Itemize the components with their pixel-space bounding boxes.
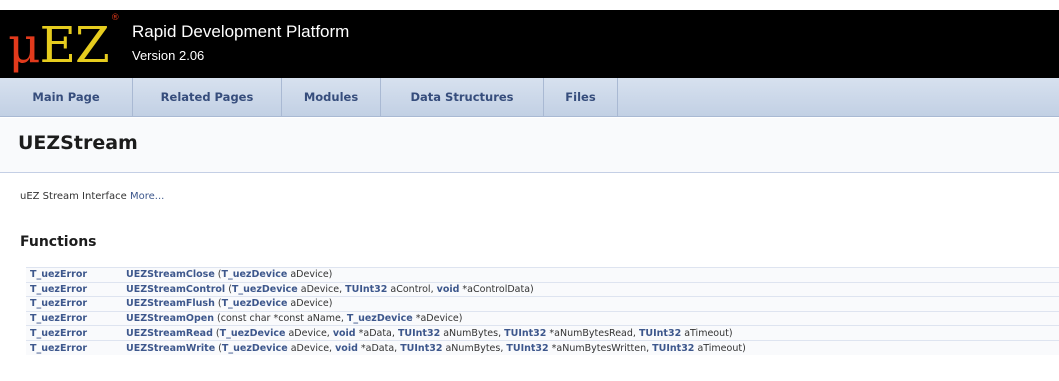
registered-mark: ®: [110, 13, 120, 23]
signature-text: aTimeout): [694, 342, 746, 354]
brief-description: uEZ Stream Interface More...: [20, 191, 164, 202]
function-return-type: T_uezError: [26, 310, 122, 326]
signature-text: *aNumBytesRead,: [546, 327, 639, 339]
function-return-type: T_uezError: [26, 281, 122, 297]
type-link[interactable]: void: [437, 284, 460, 295]
return-type-link[interactable]: T_uezError: [30, 313, 87, 324]
type-link[interactable]: TUInt32: [504, 328, 546, 339]
return-type-link[interactable]: T_uezError: [30, 343, 87, 354]
signature-text: (: [214, 298, 222, 310]
return-type-link[interactable]: T_uezError: [30, 298, 87, 309]
type-link[interactable]: TUInt32: [398, 328, 440, 339]
signature-text: aNumBytes,: [442, 342, 507, 354]
function-name-link[interactable]: UEZStreamOpen: [126, 313, 214, 324]
function-name-link[interactable]: UEZStreamRead: [126, 328, 213, 339]
type-link[interactable]: T_uezDevice: [222, 298, 288, 309]
function-row: T_uezError UEZStreamWrite (T_uezDevice aD…: [26, 339, 1059, 356]
function-return-type: T_uezError: [26, 325, 122, 341]
type-link[interactable]: TUInt32: [639, 328, 681, 339]
tab-related-pages[interactable]: Related Pages: [133, 78, 282, 116]
function-name-link[interactable]: UEZStreamClose: [126, 269, 215, 280]
return-type-link[interactable]: T_uezError: [30, 284, 87, 295]
signature-text: aDevice,: [285, 327, 333, 339]
page-title: UEZStream: [18, 132, 138, 154]
type-link[interactable]: T_uezDevice: [222, 343, 288, 354]
signature-text: *aDevice): [412, 313, 463, 325]
type-link[interactable]: T_uezDevice: [222, 269, 288, 280]
function-signature: UEZStreamWrite (T_uezDevice aDevice, voi…: [122, 339, 1059, 356]
function-row: T_uezError UEZStreamClose (T_uezDevice aD…: [26, 267, 1059, 283]
tab-main-page[interactable]: Main Page: [0, 78, 133, 116]
type-link[interactable]: T_uezDevice: [232, 284, 298, 295]
brief-text: uEZ Stream Interface: [20, 191, 127, 202]
logo-mu: μ: [8, 16, 40, 74]
function-name-link[interactable]: UEZStreamFlush: [126, 298, 215, 309]
type-link[interactable]: TUInt32: [345, 284, 387, 295]
return-type-link[interactable]: T_uezError: [30, 328, 87, 339]
function-name-link[interactable]: UEZStreamControl: [126, 284, 225, 295]
function-signature: UEZStreamFlush (T_uezDevice aDevice): [122, 296, 1059, 312]
page-header: UEZStream: [0, 118, 1059, 173]
function-return-type: T_uezError: [26, 267, 122, 283]
function-return-type: T_uezError: [26, 296, 122, 312]
signature-text: *aData,: [357, 342, 401, 354]
type-link[interactable]: void: [333, 328, 356, 339]
signature-text: *aControlData): [459, 283, 534, 295]
signature-text: *aNumBytesWritten,: [548, 342, 653, 354]
function-row: T_uezError UEZStreamRead (T_uezDevice aDe…: [26, 325, 1059, 341]
function-signature: UEZStreamControl (T_uezDevice aDevice, T…: [122, 281, 1059, 297]
function-row: T_uezError UEZStreamControl (T_uezDevice …: [26, 281, 1059, 297]
tab-modules[interactable]: Modules: [282, 78, 381, 116]
type-link[interactable]: TUInt32: [400, 343, 442, 354]
function-signature: UEZStreamOpen (const char *const aName, …: [122, 310, 1059, 326]
type-link[interactable]: T_uezDevice: [347, 313, 413, 324]
signature-text: *aData,: [355, 327, 398, 339]
tab-files[interactable]: Files: [544, 78, 618, 116]
signature-text: (: [212, 327, 220, 339]
type-link[interactable]: TUInt32: [506, 343, 548, 354]
functions-heading: Functions: [20, 234, 97, 250]
uez-logo: μEZ ®: [8, 13, 120, 76]
project-title: Rapid Development Platform: [132, 22, 350, 41]
function-row: T_uezError UEZStreamFlush (T_uezDevice aD…: [26, 296, 1059, 312]
signature-text: aDevice,: [287, 342, 336, 354]
function-signature: UEZStreamClose (T_uezDevice aDevice): [122, 267, 1059, 283]
functions-table: T_uezError UEZStreamClose (T_uezDevice aD…: [26, 267, 1059, 356]
type-link[interactable]: void: [335, 343, 358, 354]
signature-text: (const char *const aName,: [214, 313, 347, 325]
signature-text: (: [215, 342, 222, 354]
logo-ez: EZ: [39, 16, 110, 74]
type-link[interactable]: TUInt32: [652, 343, 694, 354]
project-header: μEZ ® Rapid Development Platform Version …: [0, 0, 1059, 78]
signature-text: (: [214, 269, 222, 281]
function-name-link[interactable]: UEZStreamWrite: [126, 343, 215, 354]
signature-text: aDevice,: [297, 283, 346, 295]
signature-text: aDevice): [287, 298, 333, 310]
type-link[interactable]: T_uezDevice: [220, 328, 286, 339]
signature-text: (: [225, 283, 232, 295]
function-row: T_uezError UEZStreamOpen (const char *con…: [26, 310, 1059, 326]
function-signature: UEZStreamRead (T_uezDevice aDevice, void…: [122, 325, 1059, 341]
more-link[interactable]: More...: [130, 191, 164, 202]
signature-text: aControl,: [387, 283, 437, 295]
function-return-type: T_uezError: [26, 339, 122, 356]
tab-data-structures[interactable]: Data Structures: [381, 78, 544, 116]
project-version: Version 2.06: [132, 48, 205, 63]
return-type-link[interactable]: T_uezError: [30, 269, 87, 280]
signature-text: aTimeout): [681, 327, 733, 339]
signature-text: aNumBytes,: [440, 327, 505, 339]
nav-tabs: Main Page Related Pages Modules Data Str…: [0, 78, 1059, 117]
signature-text: aDevice): [287, 269, 333, 281]
